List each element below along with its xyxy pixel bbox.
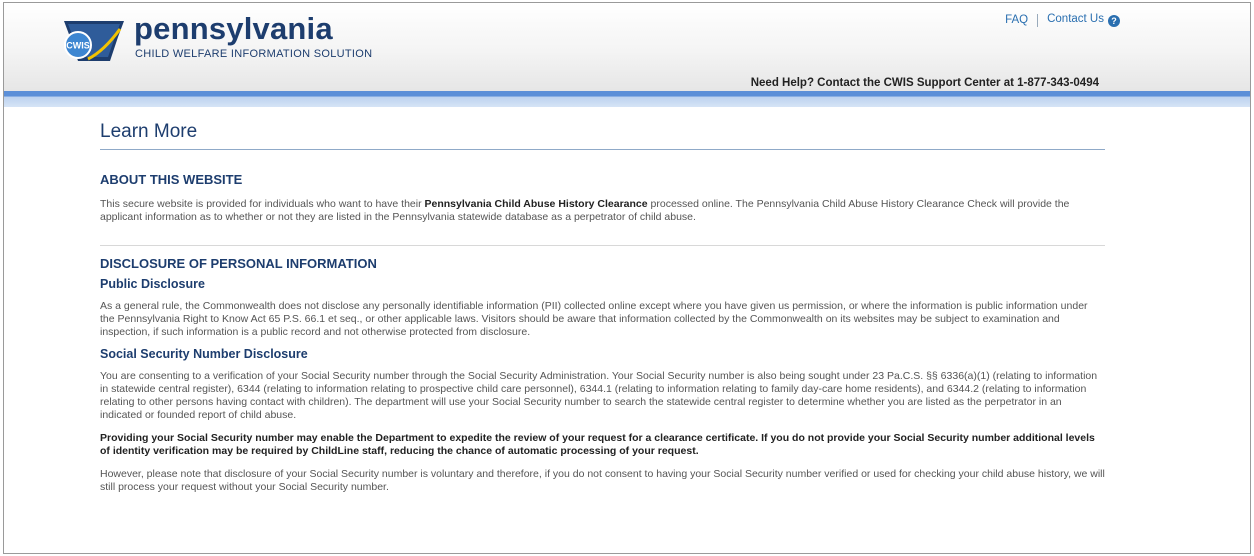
about-heading: ABOUT THIS WEBSITE [100, 172, 243, 187]
main-content: Learn More ABOUT THIS WEBSITE This secur… [100, 107, 1105, 494]
ssn-disclosure-text: You are consenting to a verification of … [100, 370, 1098, 421]
logo-text: CWIS [66, 41, 90, 51]
page-title: Learn More [100, 121, 1105, 150]
ssn-disclosure-heading: Social Security Number Disclosure [100, 347, 308, 361]
brand-name: pennsylvania [134, 11, 333, 46]
disclosure-heading: DISCLOSURE OF PERSONAL INFORMATION [100, 256, 377, 271]
public-disclosure-text: As a general rule, the Commonwealth does… [100, 300, 1088, 338]
browser-page: CWIS pennsylvania CHILD WELFARE INFORMAT… [3, 2, 1251, 554]
about-text: This secure website is provided for indi… [100, 198, 1105, 224]
pennsylvania-keystone-logo-icon[interactable]: CWIS [58, 15, 130, 67]
contact-us-link[interactable]: Contact Us? [1047, 13, 1120, 27]
public-disclosure-heading: Public Disclosure [100, 277, 205, 291]
support-center-text: Need Help? Contact the CWIS Support Cent… [750, 77, 1099, 89]
about-text-bold: Pennsylvania Child Abuse History Clearan… [424, 198, 648, 210]
section-divider [100, 245, 1105, 246]
brand-tagline: CHILD WELFARE INFORMATION SOLUTION [135, 48, 373, 60]
top-links: FAQ Contact Us? [1005, 13, 1120, 27]
link-divider [1037, 13, 1039, 27]
header-blue-bar [4, 91, 1250, 107]
question-icon: ? [1108, 15, 1120, 27]
about-text-1: This secure website is provided for indi… [100, 198, 422, 210]
site-header: CWIS pennsylvania CHILD WELFARE INFORMAT… [4, 3, 1250, 91]
ssn-expedite-notice: Providing your Social Security number ma… [100, 432, 1095, 457]
ssn-voluntary-notice: However, please note that disclosure of … [100, 468, 1105, 493]
faq-link[interactable]: FAQ [1005, 14, 1028, 26]
contact-us-label: Contact Us [1047, 13, 1104, 25]
